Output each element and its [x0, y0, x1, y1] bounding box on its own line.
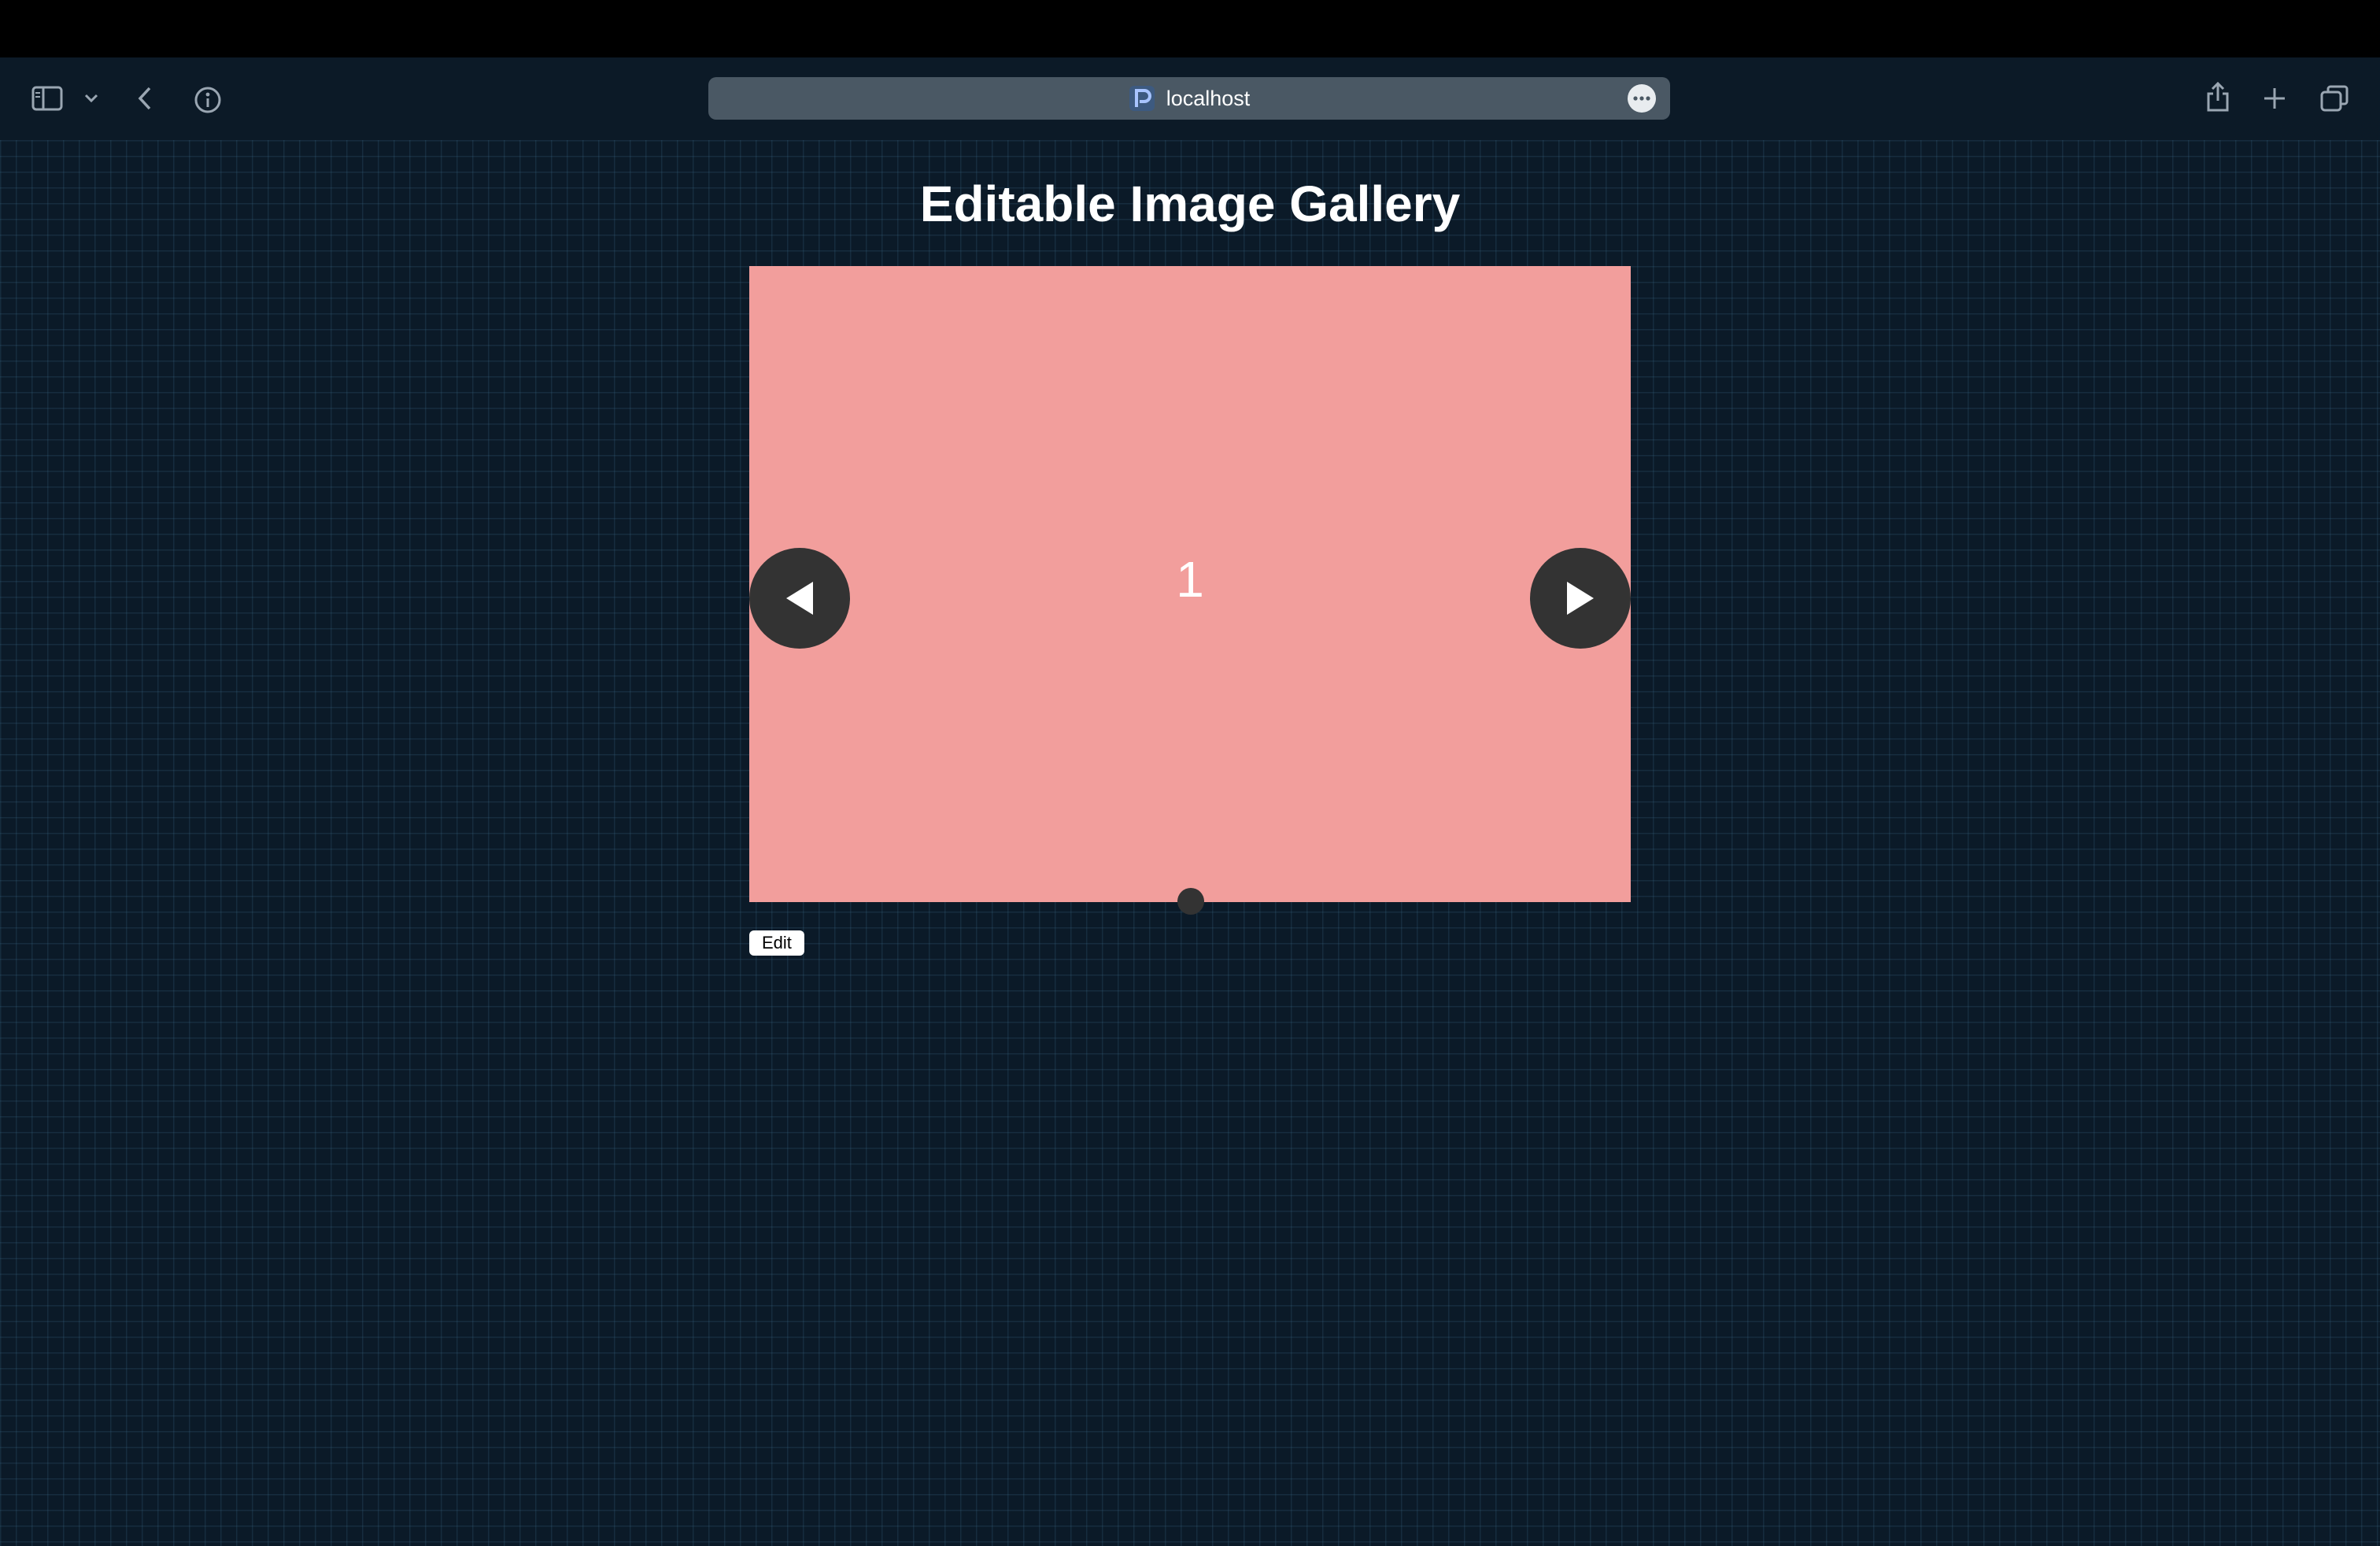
system-menu-bar: [0, 0, 2380, 57]
previous-button[interactable]: [749, 548, 850, 649]
address-bar[interactable]: localhost: [708, 77, 1670, 120]
gallery-slide: 1: [749, 266, 1631, 902]
chevron-down-icon[interactable]: [82, 89, 101, 108]
info-icon[interactable]: [192, 84, 224, 116]
next-button[interactable]: [1530, 548, 1631, 649]
page-title: Editable Image Gallery: [919, 176, 1461, 232]
slide-indicator-dot[interactable]: [1177, 888, 1204, 915]
site-icon: [1129, 85, 1155, 112]
triangle-left-icon: [786, 582, 813, 615]
more-icon[interactable]: [1628, 84, 1656, 113]
back-icon[interactable]: [132, 83, 157, 114]
triangle-right-icon: [1567, 582, 1594, 615]
plus-icon[interactable]: [2260, 84, 2289, 113]
image-gallery: 1: [749, 266, 1631, 915]
slide-label: 1: [1176, 551, 1204, 608]
tabs-icon[interactable]: [2319, 83, 2350, 114]
edit-button[interactable]: Edit: [749, 930, 804, 956]
page-content: Editable Image Gallery 1 Edit: [0, 140, 2380, 1546]
browser-toolbar: localhost: [0, 57, 2380, 140]
share-icon[interactable]: [2202, 80, 2234, 114]
sidebar-icon[interactable]: [30, 83, 65, 114]
url-text: localhost: [1166, 86, 1251, 110]
